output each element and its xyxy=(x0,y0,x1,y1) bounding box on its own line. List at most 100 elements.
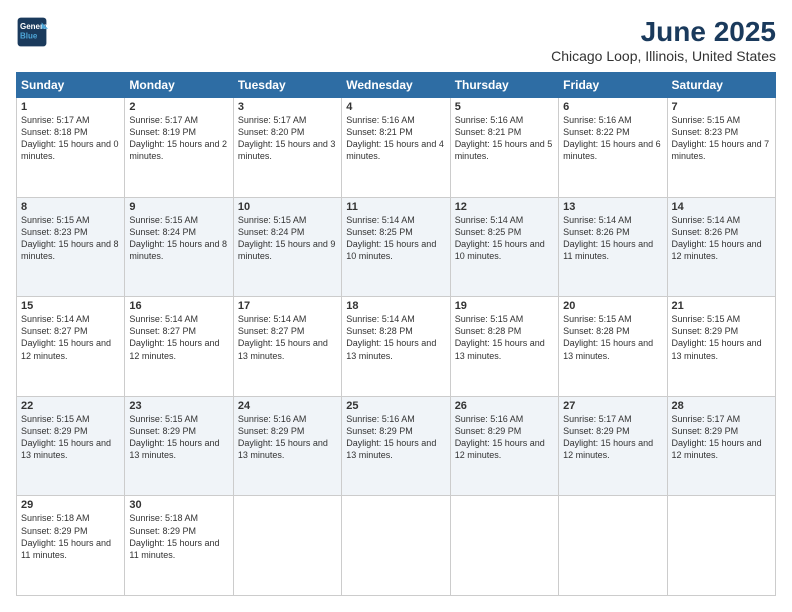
day-number: 26 xyxy=(455,400,554,412)
day-number: 3 xyxy=(238,101,337,113)
day-info: Sunrise: 5:14 AMSunset: 8:25 PMDaylight:… xyxy=(346,214,445,263)
day-number: 27 xyxy=(563,400,662,412)
calendar-cell xyxy=(667,496,775,596)
calendar-cell: 11Sunrise: 5:14 AMSunset: 8:25 PMDayligh… xyxy=(342,197,450,297)
subtitle: Chicago Loop, Illinois, United States xyxy=(551,48,776,64)
title-area: June 2025 Chicago Loop, Illinois, United… xyxy=(551,16,776,64)
day-info: Sunrise: 5:17 AMSunset: 8:29 PMDaylight:… xyxy=(563,413,662,462)
calendar-week-1: 1Sunrise: 5:17 AMSunset: 8:18 PMDaylight… xyxy=(17,98,776,198)
calendar-week-4: 22Sunrise: 5:15 AMSunset: 8:29 PMDayligh… xyxy=(17,396,776,496)
calendar-cell: 6Sunrise: 5:16 AMSunset: 8:22 PMDaylight… xyxy=(559,98,667,198)
day-info: Sunrise: 5:15 AMSunset: 8:24 PMDaylight:… xyxy=(129,214,228,263)
calendar-cell: 25Sunrise: 5:16 AMSunset: 8:29 PMDayligh… xyxy=(342,396,450,496)
logo: General Blue xyxy=(16,16,48,48)
calendar-cell: 4Sunrise: 5:16 AMSunset: 8:21 PMDaylight… xyxy=(342,98,450,198)
calendar-week-5: 29Sunrise: 5:18 AMSunset: 8:29 PMDayligh… xyxy=(17,496,776,596)
header-thursday: Thursday xyxy=(450,73,558,98)
calendar-cell: 16Sunrise: 5:14 AMSunset: 8:27 PMDayligh… xyxy=(125,297,233,397)
day-number: 2 xyxy=(129,101,228,113)
calendar-cell: 7Sunrise: 5:15 AMSunset: 8:23 PMDaylight… xyxy=(667,98,775,198)
day-info: Sunrise: 5:14 AMSunset: 8:27 PMDaylight:… xyxy=(21,313,120,362)
day-info: Sunrise: 5:14 AMSunset: 8:27 PMDaylight:… xyxy=(238,313,337,362)
day-info: Sunrise: 5:15 AMSunset: 8:23 PMDaylight:… xyxy=(672,114,771,163)
day-info: Sunrise: 5:16 AMSunset: 8:22 PMDaylight:… xyxy=(563,114,662,163)
calendar-cell: 30Sunrise: 5:18 AMSunset: 8:29 PMDayligh… xyxy=(125,496,233,596)
page: General Blue June 2025 Chicago Loop, Ill… xyxy=(0,0,792,612)
day-number: 24 xyxy=(238,400,337,412)
calendar-cell: 12Sunrise: 5:14 AMSunset: 8:25 PMDayligh… xyxy=(450,197,558,297)
calendar-cell xyxy=(342,496,450,596)
day-info: Sunrise: 5:14 AMSunset: 8:28 PMDaylight:… xyxy=(346,313,445,362)
calendar-cell: 20Sunrise: 5:15 AMSunset: 8:28 PMDayligh… xyxy=(559,297,667,397)
day-number: 4 xyxy=(346,101,445,113)
header-saturday: Saturday xyxy=(667,73,775,98)
calendar-cell: 27Sunrise: 5:17 AMSunset: 8:29 PMDayligh… xyxy=(559,396,667,496)
calendar-cell: 21Sunrise: 5:15 AMSunset: 8:29 PMDayligh… xyxy=(667,297,775,397)
day-info: Sunrise: 5:16 AMSunset: 8:29 PMDaylight:… xyxy=(346,413,445,462)
calendar-week-3: 15Sunrise: 5:14 AMSunset: 8:27 PMDayligh… xyxy=(17,297,776,397)
header-wednesday: Wednesday xyxy=(342,73,450,98)
header-friday: Friday xyxy=(559,73,667,98)
logo-icon: General Blue xyxy=(16,16,48,48)
calendar-cell: 14Sunrise: 5:14 AMSunset: 8:26 PMDayligh… xyxy=(667,197,775,297)
day-info: Sunrise: 5:17 AMSunset: 8:29 PMDaylight:… xyxy=(672,413,771,462)
day-number: 22 xyxy=(21,400,120,412)
day-info: Sunrise: 5:16 AMSunset: 8:21 PMDaylight:… xyxy=(346,114,445,163)
day-info: Sunrise: 5:15 AMSunset: 8:23 PMDaylight:… xyxy=(21,214,120,263)
calendar-cell xyxy=(450,496,558,596)
day-number: 12 xyxy=(455,201,554,213)
calendar-cell: 10Sunrise: 5:15 AMSunset: 8:24 PMDayligh… xyxy=(233,197,341,297)
day-number: 18 xyxy=(346,300,445,312)
day-info: Sunrise: 5:17 AMSunset: 8:18 PMDaylight:… xyxy=(21,114,120,163)
day-info: Sunrise: 5:15 AMSunset: 8:28 PMDaylight:… xyxy=(455,313,554,362)
calendar-header-row: Sunday Monday Tuesday Wednesday Thursday… xyxy=(17,73,776,98)
calendar-cell xyxy=(233,496,341,596)
day-info: Sunrise: 5:15 AMSunset: 8:29 PMDaylight:… xyxy=(672,313,771,362)
day-number: 17 xyxy=(238,300,337,312)
calendar-cell: 18Sunrise: 5:14 AMSunset: 8:28 PMDayligh… xyxy=(342,297,450,397)
header-monday: Monday xyxy=(125,73,233,98)
day-info: Sunrise: 5:15 AMSunset: 8:29 PMDaylight:… xyxy=(21,413,120,462)
calendar-week-2: 8Sunrise: 5:15 AMSunset: 8:23 PMDaylight… xyxy=(17,197,776,297)
day-info: Sunrise: 5:14 AMSunset: 8:25 PMDaylight:… xyxy=(455,214,554,263)
main-title: June 2025 xyxy=(551,16,776,48)
calendar-cell: 1Sunrise: 5:17 AMSunset: 8:18 PMDaylight… xyxy=(17,98,125,198)
day-number: 28 xyxy=(672,400,771,412)
day-number: 5 xyxy=(455,101,554,113)
calendar-cell: 29Sunrise: 5:18 AMSunset: 8:29 PMDayligh… xyxy=(17,496,125,596)
header-tuesday: Tuesday xyxy=(233,73,341,98)
day-info: Sunrise: 5:16 AMSunset: 8:21 PMDaylight:… xyxy=(455,114,554,163)
calendar-cell: 22Sunrise: 5:15 AMSunset: 8:29 PMDayligh… xyxy=(17,396,125,496)
calendar-cell: 8Sunrise: 5:15 AMSunset: 8:23 PMDaylight… xyxy=(17,197,125,297)
calendar-cell: 19Sunrise: 5:15 AMSunset: 8:28 PMDayligh… xyxy=(450,297,558,397)
calendar-cell xyxy=(559,496,667,596)
calendar-cell: 28Sunrise: 5:17 AMSunset: 8:29 PMDayligh… xyxy=(667,396,775,496)
day-number: 13 xyxy=(563,201,662,213)
day-info: Sunrise: 5:15 AMSunset: 8:29 PMDaylight:… xyxy=(129,413,228,462)
day-info: Sunrise: 5:17 AMSunset: 8:20 PMDaylight:… xyxy=(238,114,337,163)
day-number: 7 xyxy=(672,101,771,113)
day-info: Sunrise: 5:14 AMSunset: 8:27 PMDaylight:… xyxy=(129,313,228,362)
calendar-cell: 3Sunrise: 5:17 AMSunset: 8:20 PMDaylight… xyxy=(233,98,341,198)
day-info: Sunrise: 5:16 AMSunset: 8:29 PMDaylight:… xyxy=(238,413,337,462)
day-info: Sunrise: 5:14 AMSunset: 8:26 PMDaylight:… xyxy=(672,214,771,263)
day-number: 6 xyxy=(563,101,662,113)
calendar-cell: 13Sunrise: 5:14 AMSunset: 8:26 PMDayligh… xyxy=(559,197,667,297)
calendar-cell: 9Sunrise: 5:15 AMSunset: 8:24 PMDaylight… xyxy=(125,197,233,297)
day-info: Sunrise: 5:17 AMSunset: 8:19 PMDaylight:… xyxy=(129,114,228,163)
calendar-cell: 24Sunrise: 5:16 AMSunset: 8:29 PMDayligh… xyxy=(233,396,341,496)
calendar-table: Sunday Monday Tuesday Wednesday Thursday… xyxy=(16,72,776,596)
header: General Blue June 2025 Chicago Loop, Ill… xyxy=(16,16,776,64)
calendar-cell: 5Sunrise: 5:16 AMSunset: 8:21 PMDaylight… xyxy=(450,98,558,198)
day-number: 23 xyxy=(129,400,228,412)
day-info: Sunrise: 5:18 AMSunset: 8:29 PMDaylight:… xyxy=(21,512,120,561)
day-info: Sunrise: 5:15 AMSunset: 8:28 PMDaylight:… xyxy=(563,313,662,362)
day-info: Sunrise: 5:16 AMSunset: 8:29 PMDaylight:… xyxy=(455,413,554,462)
calendar-cell: 17Sunrise: 5:14 AMSunset: 8:27 PMDayligh… xyxy=(233,297,341,397)
day-info: Sunrise: 5:18 AMSunset: 8:29 PMDaylight:… xyxy=(129,512,228,561)
header-sunday: Sunday xyxy=(17,73,125,98)
day-number: 14 xyxy=(672,201,771,213)
day-number: 20 xyxy=(563,300,662,312)
calendar-cell: 26Sunrise: 5:16 AMSunset: 8:29 PMDayligh… xyxy=(450,396,558,496)
day-info: Sunrise: 5:14 AMSunset: 8:26 PMDaylight:… xyxy=(563,214,662,263)
